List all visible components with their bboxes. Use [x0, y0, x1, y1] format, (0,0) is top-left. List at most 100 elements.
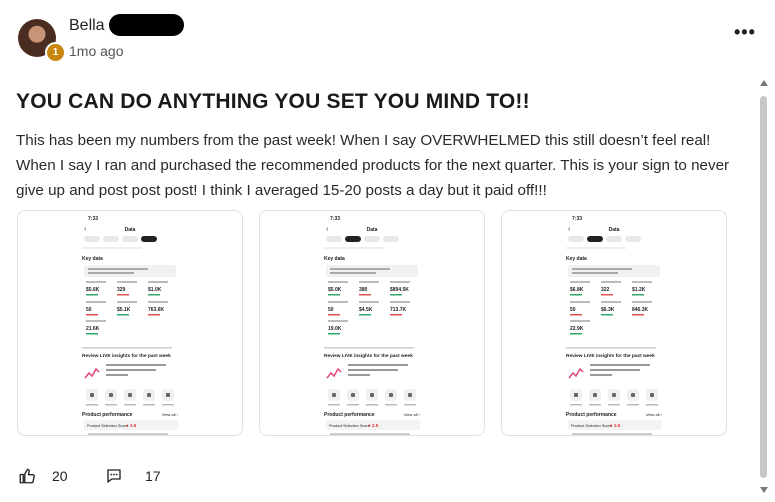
footer-line: [330, 433, 410, 435]
date-line: [82, 247, 142, 249]
stat-change: [86, 333, 98, 335]
redacted-surname: [109, 14, 184, 36]
stat-change: [570, 333, 582, 335]
stat-label: [601, 301, 621, 303]
tab-pill: [345, 236, 361, 242]
insight-line: [590, 369, 640, 371]
scroll-down-arrow[interactable]: [760, 487, 768, 493]
info-banner: [568, 265, 660, 277]
status-time: 7:33: [88, 216, 98, 222]
performance-heading: Product performance: [324, 412, 375, 418]
stat-label: [632, 281, 652, 283]
banner-line: [330, 268, 390, 270]
back-icon: ‹: [568, 226, 571, 233]
stat-value: $1.2K: [632, 287, 646, 293]
tool-icon: [332, 393, 336, 397]
level-badge: 1: [45, 42, 66, 63]
post-time: 1mo ago: [69, 43, 124, 59]
back-icon: ‹: [84, 226, 87, 233]
insights-caption: [82, 347, 172, 349]
banner-line: [88, 272, 134, 274]
insights-caption: [324, 347, 414, 349]
tab-pill: [383, 236, 399, 242]
stat-value: 380: [359, 287, 368, 293]
stat-change: [570, 294, 582, 296]
tab-pill: [606, 236, 622, 242]
tool-label: [608, 404, 620, 406]
stat-value: 329: [117, 287, 126, 293]
stat-value: 846.3K: [632, 307, 649, 313]
stat-value: 763.6K: [148, 307, 165, 313]
stat-value: 713.7K: [390, 307, 407, 313]
score-label: Product Selection Score: [571, 424, 612, 428]
insight-chart-icon: [326, 367, 342, 379]
stat-label: [570, 320, 590, 322]
stat-value: $5.6K: [86, 287, 100, 293]
insight-line: [348, 374, 370, 376]
tool-label: [570, 404, 582, 406]
stat-change: [390, 314, 402, 316]
comment-count[interactable]: 17: [145, 468, 161, 484]
tool-icon: [128, 393, 132, 397]
view-all-link: View all ›: [646, 412, 663, 417]
screen-header: Data: [609, 227, 620, 233]
date-line: [324, 247, 384, 249]
stat-value: $894.5K: [390, 287, 409, 293]
more-options-icon[interactable]: •••: [734, 22, 756, 43]
stat-value: $5.1K: [117, 307, 131, 313]
date-line: [566, 247, 626, 249]
stat-label: [117, 301, 137, 303]
scrollbar-thumb[interactable]: [760, 96, 767, 478]
tool-label: [366, 404, 378, 406]
stat-label: [328, 281, 348, 283]
stat-label: [328, 320, 348, 322]
stat-change: [328, 294, 340, 296]
tool-label: [589, 404, 601, 406]
stat-value: $6.3K: [601, 307, 615, 313]
stat-change: [148, 294, 160, 296]
stat-label: [359, 281, 379, 283]
screen-header: Data: [125, 227, 136, 233]
stat-label: [86, 320, 106, 322]
insight-line: [590, 364, 650, 366]
thumbs-up-icon[interactable]: [18, 467, 36, 485]
banner-line: [572, 272, 618, 274]
tab-pill: [568, 236, 584, 242]
info-banner: [84, 265, 176, 277]
post-image-3[interactable]: 7:33 Data ‹ Key data $6.8K 322 $1.2K 50 $6.3K 846…: [501, 210, 727, 436]
stat-change: [117, 294, 129, 296]
tool-icon: [593, 393, 597, 397]
stat-change: [570, 314, 582, 316]
stat-value: 322: [601, 287, 610, 293]
view-all-link: View all ›: [162, 412, 179, 417]
performance-heading: Product performance: [566, 412, 617, 418]
stat-change: [632, 294, 644, 296]
view-all-link: View all ›: [404, 412, 421, 417]
score-value: ● 2.5: [368, 423, 379, 428]
stat-value: 50: [328, 307, 334, 313]
post-image-2[interactable]: 7:33 Data ‹ Key data $5.0K 380 $894.5K 50 $4.5K 7…: [259, 210, 485, 436]
tool-icon: [90, 393, 94, 397]
post-image-1[interactable]: 7:33 Data ‹ Key data $5.6K 329 $1.0K 50 $5.1K 763…: [17, 210, 243, 436]
comment-icon[interactable]: [105, 467, 123, 485]
stat-label: [390, 301, 410, 303]
banner-line: [330, 272, 376, 274]
tab-pill: [326, 236, 342, 242]
stat-label: [570, 301, 590, 303]
tool-icon: [631, 393, 635, 397]
score-label: Product Selection Score: [87, 424, 128, 428]
like-count[interactable]: 20: [52, 468, 68, 484]
stat-label: [601, 281, 621, 283]
insight-line: [106, 374, 128, 376]
stat-label: [390, 281, 410, 283]
tool-label: [105, 404, 117, 406]
tool-label: [347, 404, 359, 406]
author-name[interactable]: Bella: [69, 17, 105, 35]
stat-change: [359, 294, 371, 296]
scroll-up-arrow[interactable]: [760, 80, 768, 86]
tool-icon: [574, 393, 578, 397]
tab-pill: [364, 236, 380, 242]
stat-label: [328, 301, 348, 303]
key-data-heading: Key data: [82, 256, 103, 262]
tab-pill: [141, 236, 157, 242]
